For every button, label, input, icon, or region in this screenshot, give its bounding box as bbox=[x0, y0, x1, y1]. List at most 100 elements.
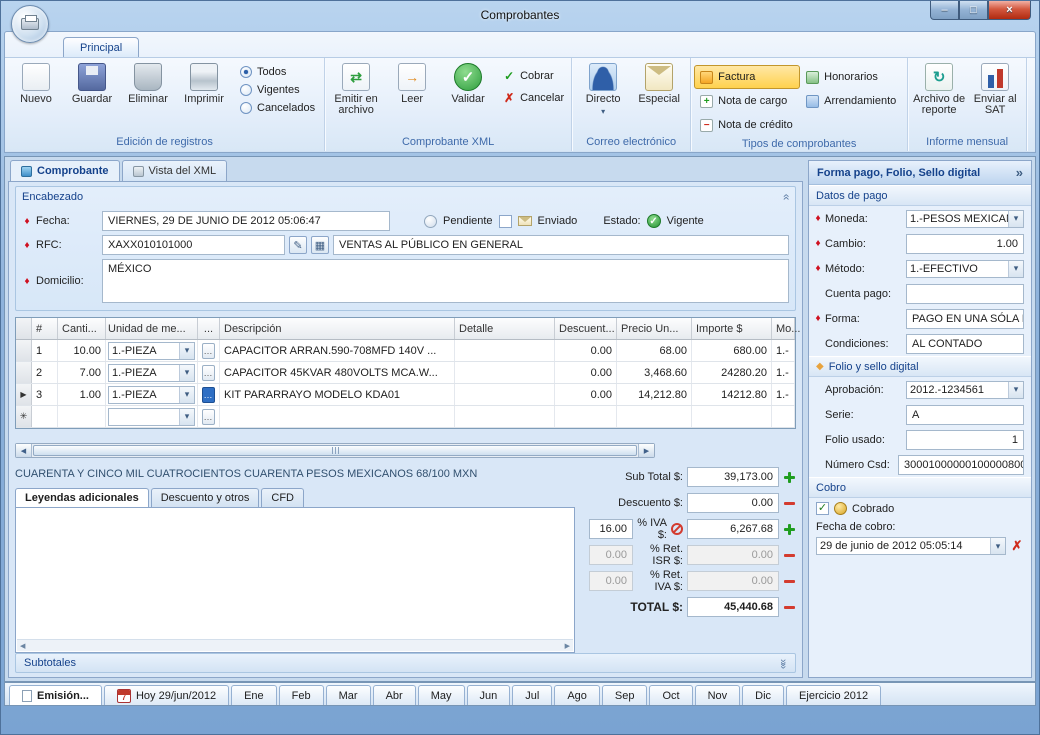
cuenta-input[interactable] bbox=[906, 284, 1024, 304]
col-moneda[interactable]: Mo... bbox=[772, 318, 795, 339]
tab-month-dic[interactable]: Dic bbox=[742, 685, 784, 705]
table-row[interactable]: 1 10.00 1.-PIEZA … CAPACITOR ARRAN.590-7… bbox=[16, 340, 795, 362]
tab-month-ene[interactable]: Ene bbox=[231, 685, 277, 705]
archivo-reporte-button[interactable]: ↻ Archivo de reporte bbox=[911, 59, 967, 135]
minimize-button[interactable]: – bbox=[930, 1, 959, 20]
cell-precio[interactable]: 3,468.60 bbox=[617, 362, 692, 383]
dropdown-icon[interactable] bbox=[1008, 211, 1023, 227]
cobrar-button[interactable]: ✓ Cobrar bbox=[502, 69, 564, 83]
aprobacion-combo[interactable]: 2012.-1234561 bbox=[906, 381, 1024, 399]
table-row[interactable]: 2 7.00 1.-PIEZA … CAPACITOR 45KVAR 480VO… bbox=[16, 362, 795, 384]
cell-descripcion[interactable]: KIT PARARRAYO MODELO KDA01 bbox=[220, 384, 455, 405]
cell-precio[interactable]: 14,212.80 bbox=[617, 384, 692, 405]
subtract-icon[interactable] bbox=[783, 497, 796, 510]
col-detalle[interactable]: Detalle bbox=[455, 318, 555, 339]
folio-usado-input[interactable]: 1 bbox=[906, 430, 1024, 450]
col-precio[interactable]: Precio Un... bbox=[617, 318, 692, 339]
dropdown-icon[interactable] bbox=[990, 538, 1005, 554]
cell-num[interactable]: 3 bbox=[32, 384, 58, 405]
col-dots[interactable]: ... bbox=[198, 318, 220, 339]
collapse-panel-icon[interactable]: » bbox=[1016, 165, 1023, 180]
cell-precio[interactable] bbox=[617, 406, 692, 427]
validar-button[interactable]: ✓ Validar bbox=[440, 59, 496, 135]
tipo-arrendamiento[interactable]: Arrendamiento bbox=[800, 89, 904, 113]
domicilio-input[interactable]: MÉXICO bbox=[102, 259, 789, 303]
scroll-right-icon[interactable]: ▶ bbox=[638, 444, 654, 457]
tipo-honorarios[interactable]: Honorarios bbox=[800, 65, 904, 89]
dropdown-icon[interactable] bbox=[1008, 261, 1023, 277]
iva-value[interactable]: 6,267.68 bbox=[687, 519, 779, 539]
ret-iva-value[interactable]: 0.00 bbox=[687, 571, 779, 591]
fecha-input[interactable]: VIERNES, 29 DE JUNIO DE 2012 05:06:47 bbox=[102, 211, 390, 231]
cell-descripcion[interactable] bbox=[220, 406, 455, 427]
cell-descripcion[interactable]: CAPACITOR ARRAN.590-708MFD 140V ... bbox=[220, 340, 455, 361]
dropdown-icon[interactable] bbox=[179, 365, 194, 381]
subtract-icon[interactable] bbox=[783, 601, 796, 614]
tab-month-feb[interactable]: Feb bbox=[279, 685, 324, 705]
nuevo-button[interactable]: Nuevo bbox=[8, 59, 64, 135]
app-icon[interactable] bbox=[11, 5, 49, 43]
tab-emision[interactable]: Emisión... bbox=[9, 685, 102, 705]
unidad-combo[interactable]: 1.-PIEZA bbox=[108, 342, 195, 360]
unidad-combo[interactable] bbox=[108, 408, 195, 426]
cell-num[interactable]: 2 bbox=[32, 362, 58, 383]
tab-month-may[interactable]: May bbox=[418, 685, 465, 705]
tab-cfd[interactable]: CFD bbox=[261, 488, 304, 507]
tab-comprobante[interactable]: Comprobante bbox=[10, 160, 120, 181]
numero-csd-input[interactable]: 30001000000100000800 bbox=[898, 455, 1024, 475]
dropdown-icon[interactable] bbox=[179, 343, 194, 359]
leyendas-textarea[interactable]: ◀▶ bbox=[15, 507, 575, 653]
tab-leyendas-adicionales[interactable]: Leyendas adicionales bbox=[15, 488, 149, 507]
cliente-input[interactable]: VENTAS AL PÚBLICO EN GENERAL bbox=[333, 235, 789, 255]
subtract-icon[interactable] bbox=[783, 549, 796, 562]
cell-importe[interactable]: 24280.20 bbox=[692, 362, 772, 383]
textarea-scrollbar[interactable]: ◀▶ bbox=[17, 639, 573, 651]
especial-button[interactable]: Especial bbox=[631, 59, 687, 135]
condiciones-input[interactable]: AL CONTADO bbox=[906, 334, 1024, 354]
descuento-value[interactable]: 0.00 bbox=[687, 493, 779, 513]
cell-num[interactable]: 1 bbox=[32, 340, 58, 361]
radio-vigentes[interactable]: Vigentes bbox=[240, 84, 315, 96]
subtract-icon[interactable] bbox=[783, 575, 796, 588]
cell-moneda[interactable]: 1.- bbox=[772, 340, 795, 361]
dropdown-icon[interactable] bbox=[179, 409, 194, 425]
serie-input[interactable]: A bbox=[906, 405, 1024, 425]
eliminar-button[interactable]: Eliminar bbox=[120, 59, 176, 135]
metodo-combo[interactable]: 1.-EFECTIVO bbox=[906, 260, 1024, 278]
cell-moneda[interactable] bbox=[772, 406, 795, 427]
tab-month-mar[interactable]: Mar bbox=[326, 685, 371, 705]
tab-month-abr[interactable]: Abr bbox=[373, 685, 416, 705]
table-row-new[interactable]: … bbox=[16, 406, 795, 428]
fecha-cobro-combo[interactable]: 29 de junio de 2012 05:05:14 bbox=[816, 537, 1006, 555]
tab-month-oct[interactable]: Oct bbox=[649, 685, 692, 705]
unidad-combo[interactable]: 1.-PIEZA bbox=[108, 364, 195, 382]
section-datos-pago[interactable]: Datos de pago bbox=[809, 185, 1031, 206]
tipo-nota-credito[interactable]: − Nota de crédito bbox=[694, 113, 800, 137]
directo-button[interactable]: Directo ▾ bbox=[575, 59, 631, 135]
cancelar-button[interactable]: ✗ Cancelar bbox=[502, 91, 564, 105]
radio-todos[interactable]: Todos bbox=[240, 66, 315, 78]
cell-cantidad[interactable] bbox=[58, 406, 106, 427]
cell-importe[interactable]: 14212.80 bbox=[692, 384, 772, 405]
tab-descuento-otros[interactable]: Descuento y otros bbox=[151, 488, 260, 507]
ret-isr-rate-input[interactable]: 0.00 bbox=[589, 545, 633, 565]
cell-descuento[interactable]: 0.00 bbox=[555, 384, 617, 405]
section-folio-sello[interactable]: ◆ Folio y sello digital bbox=[809, 356, 1031, 377]
close-button[interactable]: × bbox=[988, 1, 1031, 20]
col-unidad[interactable]: Unidad de me... bbox=[106, 318, 198, 339]
emitir-archivo-button[interactable]: ⇄ Emitir en archivo bbox=[328, 59, 384, 135]
guardar-button[interactable]: Guardar bbox=[64, 59, 120, 135]
subtotales-bar[interactable]: Subtotales »» bbox=[15, 653, 796, 673]
collapse-encabezado-icon[interactable]: » bbox=[779, 194, 793, 201]
cell-descuento[interactable]: 0.00 bbox=[555, 340, 617, 361]
cell-moneda[interactable]: 1.- bbox=[772, 384, 795, 405]
imprimir-button[interactable]: Imprimir bbox=[176, 59, 232, 135]
table-row-current[interactable]: 3 1.00 1.-PIEZA … KIT PARARRAYO MODELO K… bbox=[16, 384, 795, 406]
moneda-combo[interactable]: 1.-PESOS MEXICAN bbox=[906, 210, 1024, 228]
cell-num[interactable] bbox=[32, 406, 58, 427]
ribbon-tab-principal[interactable]: Principal bbox=[63, 37, 139, 57]
unidad-combo[interactable]: 1.-PIEZA bbox=[108, 386, 195, 404]
cell-cantidad[interactable]: 1.00 bbox=[58, 384, 106, 405]
tab-ejercicio[interactable]: Ejercicio 2012 bbox=[786, 685, 881, 705]
detail-button-selected[interactable]: … bbox=[202, 387, 215, 403]
